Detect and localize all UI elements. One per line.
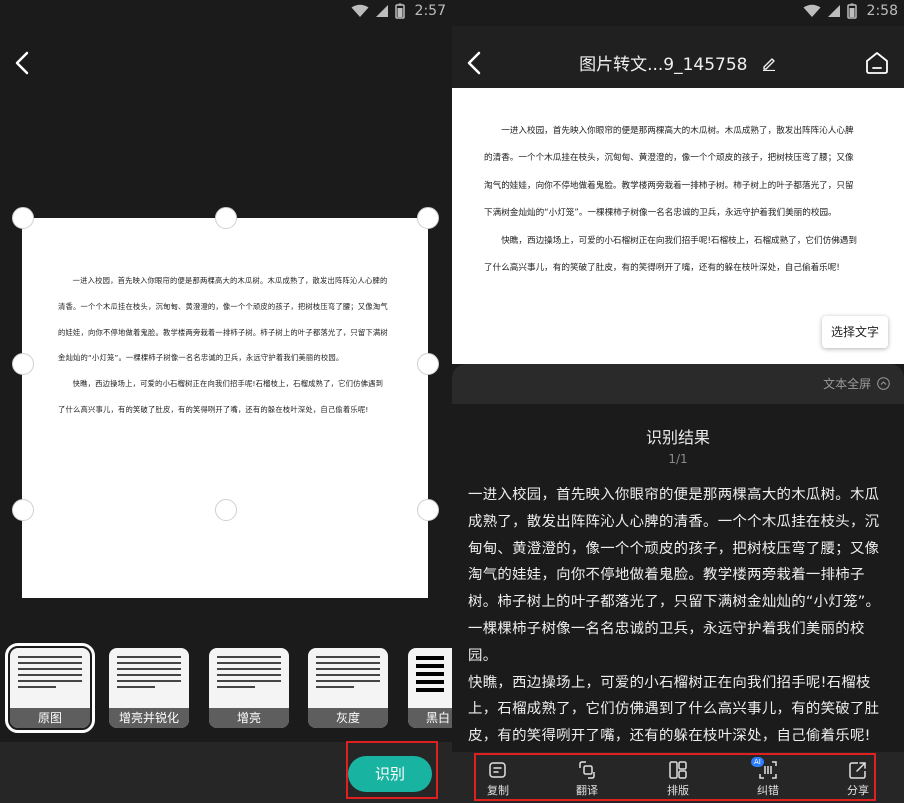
filter-black-white[interactable]: 黑白	[408, 648, 452, 728]
filter-brighten[interactable]: 增亮	[209, 648, 289, 728]
document-paragraph: 一进入校园，首先映入你眼帘的便是那两棵高大的木瓜树。木瓜成熟了，散发出阵阵沁人心…	[58, 276, 388, 363]
page-title: 图片转文...9_145758	[452, 50, 904, 75]
edit-title-button[interactable]	[761, 55, 777, 71]
document-image: 一进入校园，首先映入你眼帘的便是那两棵高大的木瓜树。木瓜成熟了，散发出阵阵沁人心…	[24, 218, 428, 598]
preview-text: 一进入校园，首先映入你眼帘的便是那两棵高大的木瓜树。木瓜成熟了，散发出阵阵沁人心…	[484, 118, 859, 282]
crop-area: 一进入校园，首先映入你眼帘的便是那两棵高大的木瓜树。木瓜成熟了，散发出阵阵沁人心…	[0, 88, 452, 628]
document-title: 图片转文...9_145758	[579, 55, 748, 75]
crop-handle-bottom-middle[interactable]	[215, 499, 237, 521]
status-icons: 2:57	[351, 3, 446, 19]
preview-paragraph: 快瞧，西边操场上，可爱的小石榴树正在向我们招手呢!石榴枝上，石榴成熟了，它们仿佛…	[484, 235, 857, 274]
battery-icon	[846, 3, 857, 19]
preview-paragraph: 一进入校园，首先映入你眼帘的便是那两棵高大的木瓜树。木瓜成熟了，散发出阵阵沁人心…	[484, 126, 854, 219]
result-paragraph: 一进入校园，首先映入你眼帘的便是那两棵高大的木瓜树。木瓜成熟了，散发出阵阵沁人心…	[468, 487, 881, 664]
filter-label: 黑白	[408, 708, 452, 728]
wifi-icon	[803, 4, 821, 17]
status-icons: 2:58	[803, 3, 898, 19]
top-bar: 图片转文...9_145758	[452, 26, 904, 88]
filter-thumbnail	[217, 656, 281, 708]
result-screen: 2:58 图片转文...9_145758 一进入校园，首先映入你眼帘的便是那两棵…	[452, 0, 904, 803]
result-text[interactable]: 一进入校园，首先映入你眼帘的便是那两棵高大的木瓜树。木瓜成熟了，散发出阵阵沁人心…	[468, 482, 892, 750]
text-fullscreen-button[interactable]: 文本全屏	[823, 375, 890, 392]
home-icon	[866, 52, 888, 74]
status-time: 2:58	[866, 3, 898, 19]
wifi-icon	[351, 4, 369, 17]
result-title: 识别结果	[645, 428, 710, 447]
filter-label: 增亮并锐化	[109, 708, 189, 728]
result-paragraph: 快瞧，西边操场上，可爱的小石榴树正在向我们招手呢!石榴枝上，石榴成熟了，它们仿佛…	[468, 674, 880, 745]
filter-strip: 原图 增亮并锐化 增亮 灰度 黑白	[0, 640, 452, 735]
cellular-icon	[375, 5, 388, 17]
crop-handle-top-right[interactable]	[417, 207, 439, 229]
crop-handle-left-middle[interactable]	[12, 353, 34, 375]
filter-thumbnail	[416, 656, 444, 708]
crop-handle-top-middle[interactable]	[215, 207, 237, 229]
text-fullscreen-label: 文本全屏	[823, 377, 872, 391]
crop-screen: 2:57 一进入校园，首先映入你眼帘的便是那两棵高大的木瓜树。木瓜成熟了，散发出…	[0, 0, 452, 803]
filter-label: 灰度	[308, 708, 388, 728]
battery-icon	[394, 3, 405, 19]
highlight-box	[474, 753, 876, 801]
filter-thumbnail	[316, 656, 380, 708]
home-button[interactable]	[864, 50, 890, 76]
crop-handle-bottom-right[interactable]	[417, 499, 439, 521]
document-text: 一进入校园，首先映入你眼帘的便是那两棵高大的木瓜树。木瓜成熟了，散发出阵阵沁人心…	[58, 268, 388, 423]
top-bar	[0, 26, 452, 88]
status-bar: 2:57	[0, 0, 452, 26]
result-page-indicator: 1/1	[668, 452, 688, 466]
document-paragraph: 快瞧，西边操场上，可爱的小石榴树正在向我们招手呢!石榴枝上，石榴成熟了，它们仿佛…	[58, 379, 384, 414]
result-panel: 识别结果 1/1 一进入校园，首先映入你眼帘的便是那两棵高大的木瓜树。木瓜成熟了…	[452, 404, 904, 752]
filter-brighten-sharpen[interactable]: 增亮并锐化	[109, 648, 189, 728]
filter-label: 增亮	[209, 708, 289, 728]
select-text-button[interactable]: 选择文字	[821, 316, 888, 348]
filter-label: 原图	[10, 708, 90, 728]
crop-handle-top-left[interactable]	[12, 207, 34, 229]
status-time: 2:57	[414, 3, 446, 19]
filter-grayscale[interactable]: 灰度	[308, 648, 388, 728]
status-bar: 2:58	[452, 0, 904, 26]
pencil-icon	[762, 57, 775, 71]
filter-thumbnail	[117, 656, 181, 708]
crop-handle-bottom-left[interactable]	[12, 499, 34, 521]
cellular-icon	[827, 5, 840, 17]
chevron-up-circle-icon	[877, 377, 890, 390]
panel-header: 文本全屏	[452, 364, 904, 404]
recognize-button[interactable]: 识别	[348, 756, 432, 792]
crop-handle-right-middle[interactable]	[417, 353, 439, 375]
image-preview: 一进入校园，首先映入你眼帘的便是那两棵高大的木瓜树。木瓜成熟了，散发出阵阵沁人心…	[452, 88, 904, 364]
back-button[interactable]	[10, 48, 36, 78]
filter-original[interactable]: 原图	[5, 643, 95, 733]
filter-thumbnail	[18, 656, 82, 708]
chevron-left-icon	[15, 51, 29, 75]
